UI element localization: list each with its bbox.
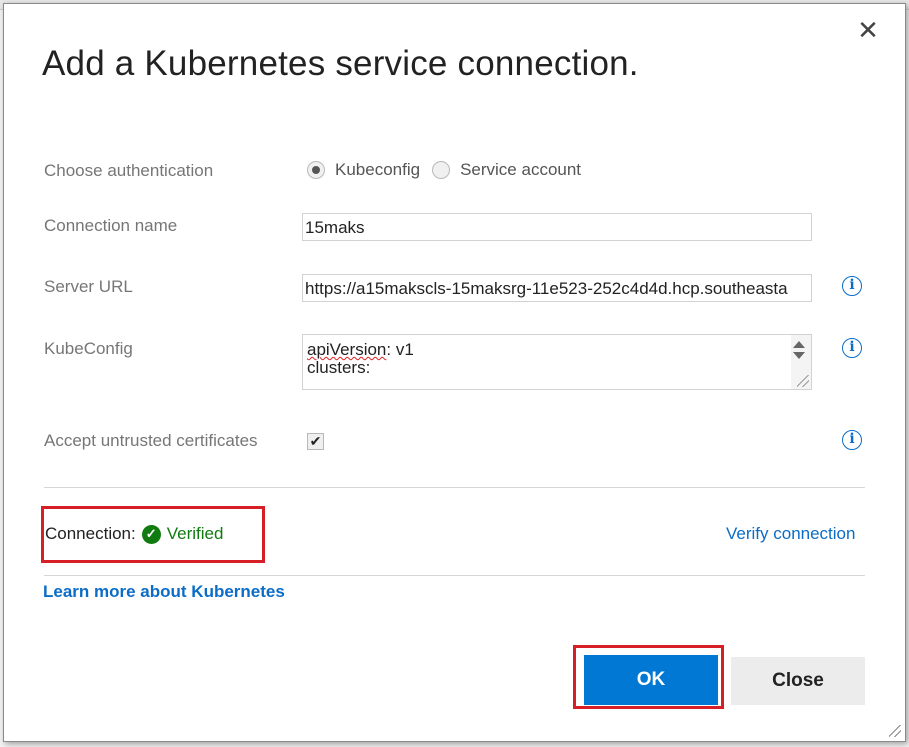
untrusted-certs-label: Accept untrusted certificates: [44, 431, 258, 450]
auth-radio-group: Kubeconfig Service account: [307, 160, 593, 180]
server-url-label: Server URL: [44, 277, 133, 296]
auth-label: Choose authentication: [44, 161, 214, 180]
scroll-up-arrow-icon[interactable]: [793, 341, 805, 348]
service-connection-dialog: ✕ Add a Kubernetes service connection. C…: [3, 3, 906, 742]
check-circle-icon: ✓: [141, 524, 161, 544]
resize-grip-icon[interactable]: [797, 375, 809, 387]
verify-connection-link[interactable]: Verify connection: [726, 524, 855, 544]
dialog-title: Add a Kubernetes service connection.: [42, 44, 639, 83]
kubeconfig-line-1: apiVersion: v1: [307, 341, 811, 359]
kubeconfig-line-1-key: apiVersion: [307, 340, 387, 359]
connection-status: Connection: ✓ Verified: [45, 524, 223, 544]
untrusted-certs-checkbox[interactable]: ✔: [307, 433, 324, 450]
ok-button[interactable]: OK: [584, 655, 718, 705]
kubeconfig-info-icon[interactable]: i: [842, 338, 862, 358]
connection-status-value: Verified: [166, 524, 224, 543]
kubeconfig-textarea[interactable]: apiVersion: v1 clusters:: [302, 334, 812, 390]
radio-service-account-label[interactable]: Service account: [460, 160, 581, 180]
radio-kubeconfig[interactable]: [307, 161, 325, 179]
dialog-resize-grip-icon[interactable]: [889, 725, 901, 737]
radio-service-account[interactable]: [432, 161, 451, 179]
kubeconfig-line-2: clusters:: [307, 358, 371, 377]
connection-status-label: Connection:: [45, 524, 136, 543]
connection-name-label: Connection name: [44, 216, 178, 235]
divider-top: [44, 487, 865, 488]
learn-more-link[interactable]: Learn more about Kubernetes: [43, 582, 285, 602]
divider-bottom: [44, 575, 865, 576]
untrusted-certs-info-icon[interactable]: i: [842, 430, 862, 450]
connection-name-input[interactable]: 15maks: [302, 213, 812, 241]
close-button[interactable]: Close: [731, 657, 865, 705]
kubeconfig-line-1-rest: : v1: [386, 340, 414, 359]
scroll-down-arrow-icon[interactable]: [793, 352, 805, 359]
close-icon[interactable]: ✕: [855, 17, 881, 43]
server-url-info-icon[interactable]: i: [842, 276, 862, 296]
server-url-input[interactable]: https://a15makscls-15maksrg-11e523-252c4…: [302, 274, 812, 302]
radio-kubeconfig-label[interactable]: Kubeconfig: [335, 160, 420, 180]
kubeconfig-label: KubeConfig: [44, 339, 133, 358]
